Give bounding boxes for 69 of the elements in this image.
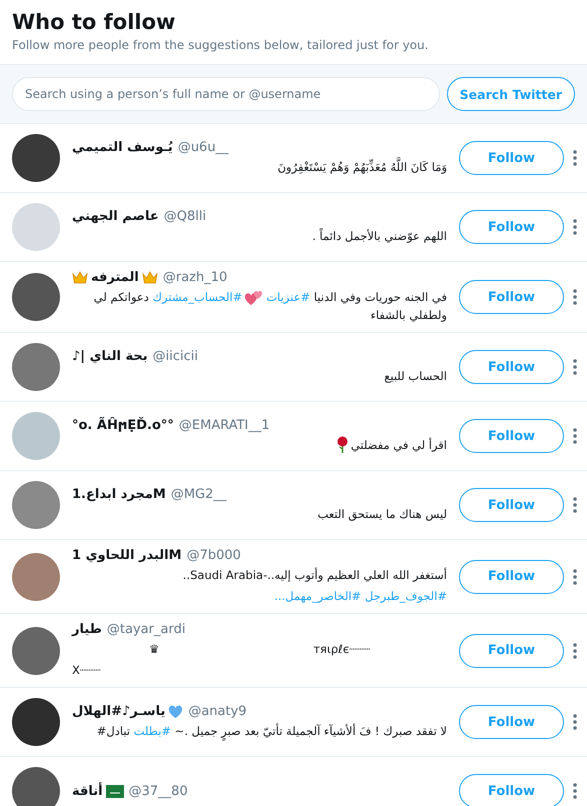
follow-button[interactable]: Follow	[459, 774, 564, 806]
more-options-icon[interactable]	[573, 642, 577, 658]
user-name[interactable]: يُـوسف التميمي	[72, 140, 173, 155]
user-handle: @iicicii	[152, 349, 198, 364]
follow-button[interactable]: Follow	[459, 419, 564, 453]
more-options-icon[interactable]	[573, 150, 577, 166]
follow-button[interactable]: Follow	[459, 350, 564, 384]
user-name[interactable]: أناقة	[72, 784, 103, 798]
user-name[interactable]: Mالبدر اللحاوي 1	[72, 548, 182, 563]
crown-icon	[142, 271, 158, 284]
hearts-icon	[244, 290, 264, 306]
user-handle: @razh_10	[162, 270, 228, 285]
user-name[interactable]: عاصم الجهني	[72, 209, 159, 224]
avatar[interactable]	[12, 767, 60, 806]
user-handle: @EMARATI__1	[178, 418, 270, 433]
bio-text: X┈┈┈	[72, 662, 102, 679]
hashtag-link[interactable]: #عنزيات	[266, 290, 310, 304]
bio-text: وَمَا كَانَ اللَّهُ مُعَذِّبَهُمْ وَهُمْ يَسْتَغْفِرُونَ	[72, 158, 447, 176]
heart-icon	[168, 704, 184, 718]
more-options-icon[interactable]	[573, 359, 577, 375]
user-handle: @MG2__	[170, 487, 226, 502]
follow-button[interactable]: Follow	[459, 488, 564, 522]
crown-icon	[72, 271, 88, 284]
hashtag-link[interactable]: #بطلت	[134, 724, 172, 738]
follow-button[interactable]: Follow	[459, 634, 564, 668]
user-handle: @anaty9	[188, 704, 247, 719]
hashtag-link[interactable]: #الحساب_مشترك	[152, 290, 242, 304]
more-options-icon[interactable]	[573, 783, 577, 799]
follow-button[interactable]: Follow	[459, 560, 564, 594]
bio-text: الحساب للبيع	[383, 368, 447, 385]
bio-text: أستغفر الله العلي العظيم وأتوب إليه..-Saudi Arabia..	[182, 566, 447, 584]
search-button[interactable]: Search Twitter	[446, 77, 575, 111]
bio-text: ♛	[149, 641, 160, 658]
rose-icon	[336, 436, 349, 454]
avatar[interactable]	[12, 698, 60, 746]
bio-text: اقرأ لي في مفضلتي	[72, 436, 447, 454]
user-handle: @Q8lli	[164, 209, 206, 224]
bio-text: ليس هناك ما يستحق التعب	[316, 506, 447, 523]
more-options-icon[interactable]	[573, 714, 577, 730]
follow-button[interactable]: Follow	[459, 280, 564, 314]
user-name[interactable]: طيار	[72, 622, 102, 637]
user-name[interactable]: ياسـر♪#الهلال	[72, 704, 166, 719]
search-field[interactable]: Search using a person’s full name or @username	[12, 77, 440, 111]
page-title: Who to follow	[12, 10, 176, 34]
user-handle: @7b000	[186, 548, 241, 563]
avatar[interactable]	[12, 273, 60, 321]
more-options-icon[interactable]	[573, 428, 577, 444]
follow-button[interactable]: Follow	[459, 141, 564, 175]
follow-button[interactable]: Follow	[459, 210, 564, 244]
bio-text: لا تفقد صبرك ! فَ ألأشيآء آلجميلة تأتيّ بعد صبرٍ جميل .~ #بطلت تبادل#	[72, 722, 447, 740]
more-options-icon[interactable]	[573, 568, 577, 584]
flag-icon	[106, 784, 124, 798]
user-name[interactable]: Mمجرد ابداع.1	[72, 487, 166, 502]
user-name[interactable]: °°o. ÃĤϻẸĎ.o°	[72, 418, 174, 433]
user-handle: @37__80	[128, 784, 188, 798]
hashtag-link[interactable]: #الجوف_طبرجل #الخاصر_مهمل...	[274, 589, 447, 603]
user-handle: @tayar_ardi	[106, 622, 186, 637]
more-options-icon[interactable]	[573, 289, 577, 305]
bio-text: اللهم عوّضني بالأجمل دائماً .	[311, 227, 447, 245]
user-name[interactable]: بحة الناي |♪	[72, 349, 148, 364]
more-options-icon[interactable]	[573, 497, 577, 513]
bio-text: ┈┈┈тяιρℓє	[313, 641, 370, 658]
follow-button[interactable]: Follow	[459, 705, 564, 739]
user-name[interactable]: المترفه	[91, 270, 139, 285]
avatar[interactable]	[12, 134, 60, 182]
page-subtitle: Follow more people from the suggestions below, tailored just for you.	[12, 38, 430, 52]
more-options-icon[interactable]	[573, 219, 577, 235]
bio-text: في الجنه حوريات وفي الدنيا #عنزيات #الحساب_مشترك دعواتكم لي ولطفلي بالشفاء	[92, 288, 447, 324]
user-handle: @u6u__	[178, 140, 229, 155]
